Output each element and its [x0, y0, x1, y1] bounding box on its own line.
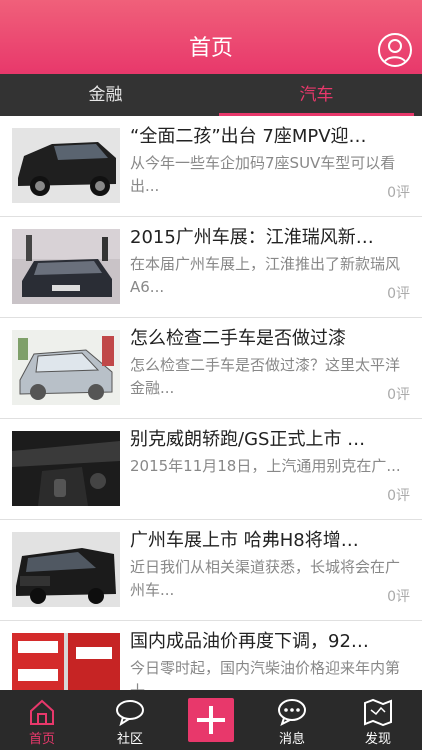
list-item[interactable]: 怎么检查二手车是否做过漆 怎么检查二手车是否做过漆？这里太平洋金融... 0评 [0, 318, 422, 419]
user-avatar-icon[interactable] [378, 33, 412, 67]
category-tabs: 金融 汽车 [0, 74, 422, 116]
article-thumbnail [12, 330, 120, 405]
list-item[interactable]: 广州车展上市 哈弗H8将增… 近日我们从相关渠道获悉，长城将会在广州车... 0… [0, 520, 422, 621]
tabbar-discover[interactable]: 发现 [336, 690, 420, 750]
article-summary: 近日我们从相关渠道获悉，长城将会在广州车... [130, 558, 401, 599]
article-title: 别克威朗轿跑/GS正式上市 … [130, 429, 366, 450]
article-summary: 在本届广州车展上，江淮推出了新款瑞风A6... [130, 255, 401, 296]
article-summary: 从今年一些车企加码7座SUV车型可以看出... [130, 154, 396, 195]
comment-count: 0评 [387, 488, 410, 504]
article-title: 怎么检查二手车是否做过漆 [130, 328, 346, 349]
article-summary: 怎么检查二手车是否做过漆？这里太平洋金融... [130, 356, 401, 397]
comment-count: 0评 [387, 185, 410, 201]
tabbar-messages[interactable]: 消息 [250, 690, 334, 750]
article-thumbnail [12, 128, 120, 203]
list-item[interactable]: 别克威朗轿跑/GS正式上市 … 2015年11月18日，上汽通用别克在广... … [0, 419, 422, 520]
tabbar-community-label: 社区 [116, 732, 143, 747]
plus-icon [197, 706, 225, 734]
tabbar-discover-label: 发现 [364, 732, 391, 747]
tabbar-home[interactable]: 首页 [0, 690, 84, 750]
bottom-tabbar: 首页 社区 消息 发现 [0, 690, 422, 750]
article-thumbnail [12, 532, 120, 607]
comment-count: 0评 [387, 589, 410, 605]
list-item[interactable]: “全面二孩”出台 7座MPV迎… 从今年一些车企加码7座SUV车型可以看出...… [0, 116, 422, 217]
tabbar-home-label: 首页 [28, 732, 55, 747]
tabbar-messages-label: 消息 [278, 732, 305, 747]
comment-count: 0评 [387, 387, 410, 403]
tab-finance[interactable]: 金融 [0, 74, 211, 116]
article-title: 国内成品油价再度下调，92… [130, 631, 369, 652]
article-thumbnail [12, 431, 120, 506]
tab-auto[interactable]: 汽车 [211, 74, 422, 116]
article-summary: 今日零时起，国内汽柴油价格迎来年内第十... [130, 659, 401, 690]
article-title: 2015广州车展：江淮瑞风新… [130, 227, 374, 248]
comment-count: 0评 [387, 286, 410, 302]
message-icon [278, 699, 306, 726]
map-icon [364, 698, 392, 726]
add-button[interactable] [188, 698, 234, 742]
article-title: 广州车展上市 哈弗H8将增… [130, 530, 359, 551]
page-title: 首页 [188, 36, 233, 61]
tabbar-community[interactable]: 社区 [88, 690, 172, 750]
chat-bubble-icon [116, 700, 144, 726]
list-item[interactable]: 2015广州车展：江淮瑞风新… 在本届广州车展上，江淮推出了新款瑞风A6... … [0, 217, 422, 318]
app-header: 首页 [0, 0, 422, 74]
article-title: “全面二孩”出台 7座MPV迎… [130, 126, 367, 147]
home-icon [30, 699, 54, 725]
article-list: “全面二孩”出台 7座MPV迎… 从今年一些车企加码7座SUV车型可以看出...… [0, 116, 422, 690]
list-item[interactable]: 国内成品油价再度下调，92… 今日零时起，国内汽柴油价格迎来年内第十... 0评 [0, 621, 422, 690]
article-thumbnail [12, 633, 120, 690]
article-thumbnail [12, 229, 120, 304]
article-summary: 2015年11月18日，上汽通用别克在广... [130, 457, 401, 475]
